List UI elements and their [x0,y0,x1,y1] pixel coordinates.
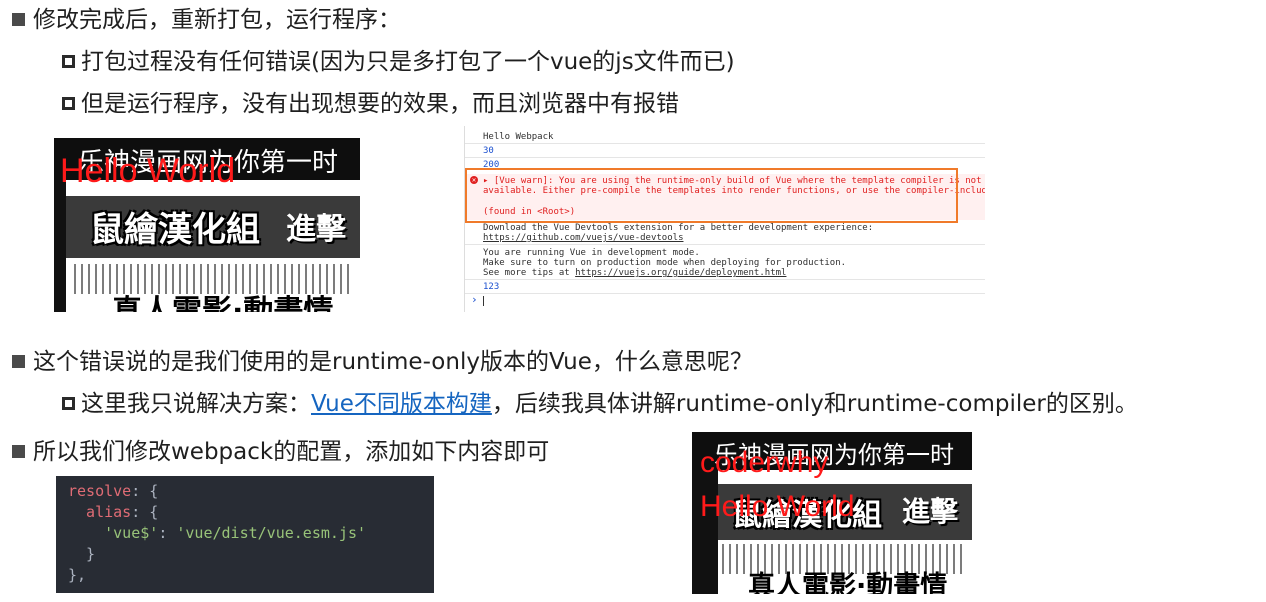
console-prompt-icon: › [471,293,478,306]
console-line: 123 [483,282,500,292]
console-line: Download the Vue Devtools extension for … [483,223,874,233]
code-line: resolve: { [68,481,158,502]
console-line: Make sure to turn on production mode whe… [483,258,847,268]
console-line: 30 [483,146,494,156]
code-line: } [68,545,96,563]
bullet-1-sub-2: 但是运行程序，没有出现想要的效果，而且浏览器中有报错 [62,90,679,118]
hello-world-overlay: Hello World [60,152,236,190]
bullet-1-sub-1-text: 打包过程没有任何错误(因为只是多打包了一个vue的js文件而已) [81,49,735,75]
vue-build-versions-link[interactable]: Vue不同版本构建 [311,391,492,417]
code-string: 'vue$' [104,524,159,542]
image-bottom-text: 真人電影·動畫情 [748,571,948,594]
bullet-square-icon [12,13,25,26]
image-left-bar [54,180,66,312]
console-separator [465,143,985,144]
bullet-3: 所以我们修改webpack的配置，添加如下内容即可 [12,438,549,466]
devtools-link[interactable]: https://github.com/vuejs/vue-devtools [483,233,683,243]
code-line: 'vue$': 'vue/dist/vue.esm.js' [68,523,366,544]
code-text: : { [131,482,159,500]
rendered-page-image: 乐神漫画网为你第一时 鼠繪漢化組 進擊 真人電影·動畫情 Hello World [54,138,360,312]
console-line: You are running Vue in development mode. [483,248,700,258]
image-left-bar [692,470,718,594]
code-string: 'vue/dist/vue.esm.js' [176,524,367,542]
browser-console: Hello Webpack 30 200 ✕ ▸ [Vue warn]: You… [464,126,985,312]
bullet-2-sub-prefix: 这里我只说解决方案： [81,391,311,417]
console-separator [465,157,985,158]
webpack-config-code: resolve: { alias: { 'vue$': 'vue/dist/vu… [56,476,434,593]
console-separator [465,244,985,245]
console-line: See more tips at https://vuejs.org/guide… [483,268,786,278]
image-mid-tag: 進擊 [286,212,346,247]
hollow-square-icon [62,97,75,110]
console-line: Hello Webpack [483,132,554,142]
bullet-1-sub-1: 打包过程没有任何错误(因为只是多打包了一个vue的js文件而已) [62,48,735,76]
bullet-square-icon [12,445,25,458]
image-mid-tag: 進擊 [902,495,959,528]
code-line: alias: { [68,502,158,523]
bullet-1: 修改完成后，重新打包，运行程序： [12,6,401,34]
image-bottom-text: 真人電影·動畫情 [112,294,334,312]
hello-world-overlay: Hello World [700,490,855,523]
error-highlight-box [465,168,958,223]
bullet-1-sub-2-text: 但是运行程序，没有出现想要的效果，而且浏览器中有报错 [81,91,679,117]
console-separator [465,293,985,294]
code-line: }, [68,566,87,584]
hollow-square-icon [62,397,75,410]
bullet-1-text: 修改完成后，重新打包，运行程序： [33,7,401,33]
bullet-2-text: 这个错误说的是我们使用的是runtime-only版本的Vue，什么意思呢？ [33,349,753,375]
console-separator [465,279,985,280]
console-input-caret[interactable] [483,296,484,306]
console-text: See more tips at [483,268,576,278]
bullet-3-text: 所以我们修改webpack的配置，添加如下内容即可 [33,439,550,465]
code-text: : { [131,503,159,521]
code-text: : [158,524,177,542]
hollow-square-icon [62,55,75,68]
bullet-2-sub-1: 这里我只说解决方案：Vue不同版本构建，后续我具体讲解runtime-only和… [62,390,1138,418]
rendered-result-image: 乐神漫画网为你第一时 鼠繪漢化組 進擊 真人電影·動畫情 coderwhy He… [692,432,972,594]
bullet-2: 这个错误说的是我们使用的是runtime-only版本的Vue，什么意思呢？ [12,348,753,376]
code-key: resolve [68,482,132,500]
deployment-link[interactable]: https://vuejs.org/guide/deployment.html [575,268,786,278]
image-mid-text: 鼠繪漢化組 [90,210,260,250]
code-key: alias [68,503,132,521]
bullet-2-sub-suffix: ，后续我具体讲解runtime-only和runtime-compiler的区别… [491,391,1138,417]
bullet-square-icon [12,355,25,368]
coderwhy-overlay: coderwhy [700,446,829,479]
